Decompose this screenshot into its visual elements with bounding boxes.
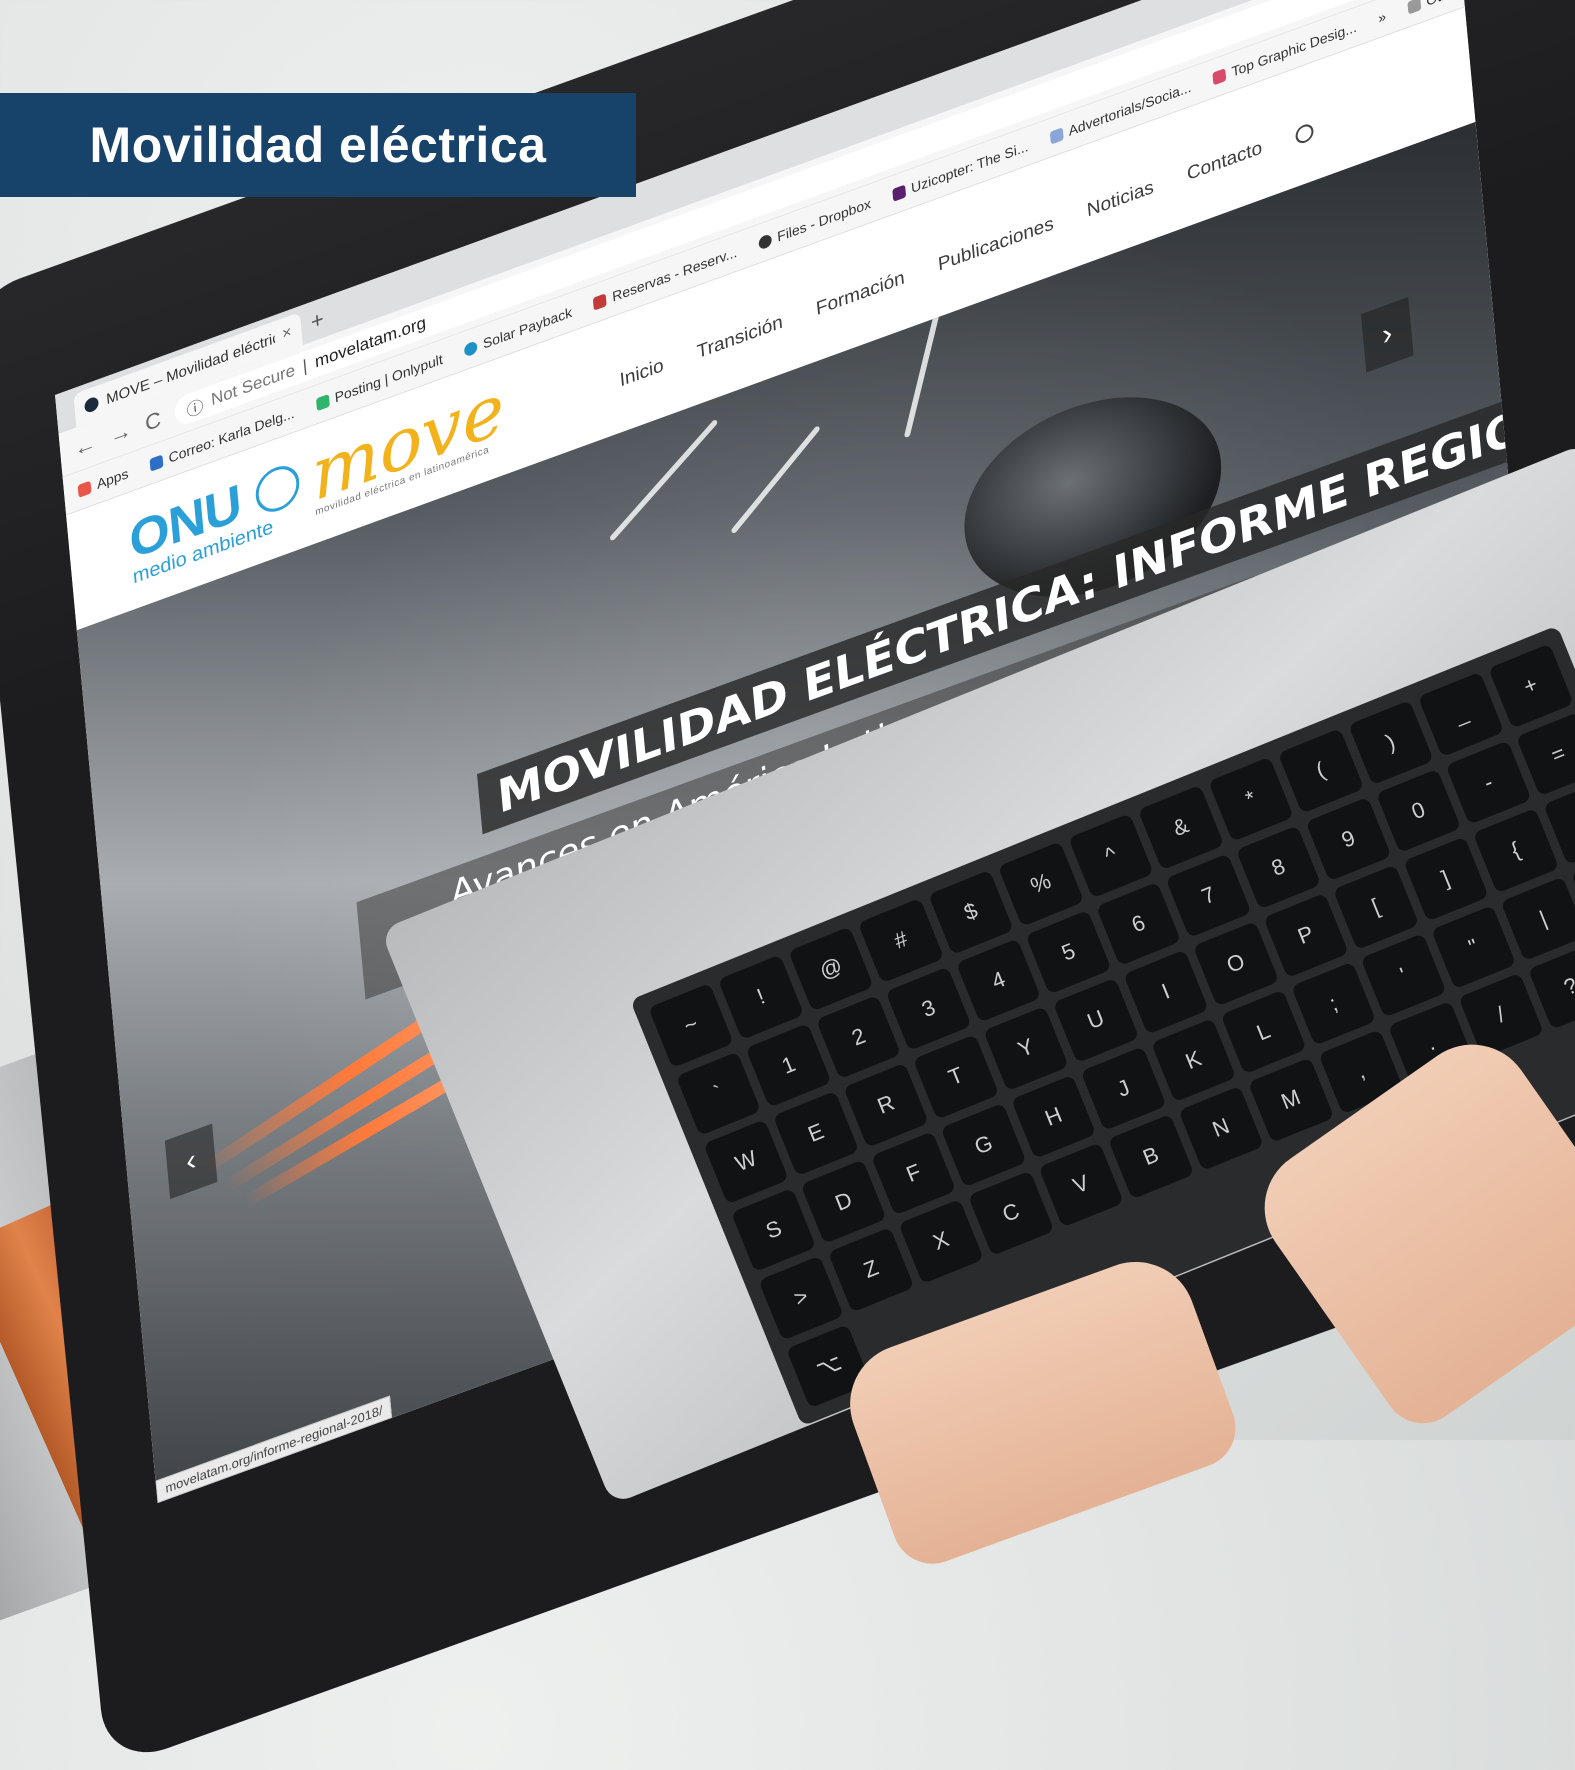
keyboard-key: R bbox=[843, 1062, 930, 1148]
nav-item-inicio[interactable]: Inicio bbox=[619, 355, 665, 392]
keyboard-key: O bbox=[1193, 921, 1279, 1006]
keyboard-key: ( bbox=[1277, 728, 1364, 814]
keyboard-key: # bbox=[858, 898, 944, 983]
back-button[interactable]: ← bbox=[73, 430, 97, 463]
info-icon[interactable]: ⓘ bbox=[185, 391, 204, 421]
keyboard-key: 5 bbox=[1025, 909, 1112, 995]
keyboard-key: % bbox=[998, 841, 1084, 927]
new-tab-button[interactable]: + bbox=[310, 306, 325, 336]
keyboard-key: @ bbox=[788, 926, 874, 1012]
slider-prev-button[interactable]: ‹ bbox=[164, 1123, 218, 1200]
keyboard-key: ! bbox=[718, 954, 804, 1040]
keyboard-key: K bbox=[1150, 1017, 1237, 1103]
keyboard-key: M bbox=[1248, 1057, 1334, 1143]
keyboard-key: - bbox=[1445, 740, 1532, 825]
keyboard-key: 8 bbox=[1235, 824, 1322, 910]
banner-title: Movilidad eléctrica bbox=[89, 117, 547, 173]
bookmarks-overflow-button[interactable]: » bbox=[1378, 8, 1387, 26]
separator: | bbox=[301, 355, 308, 376]
keyboard-key: J bbox=[1080, 1045, 1167, 1131]
keyboard-key: P bbox=[1263, 892, 1349, 978]
keyboard-key: [ bbox=[1332, 864, 1419, 950]
forward-button[interactable]: → bbox=[109, 417, 133, 450]
keyboard-key: _ bbox=[1417, 671, 1504, 757]
keyboard-key: U bbox=[1053, 977, 1139, 1063]
keyboard-key: 2 bbox=[815, 994, 902, 1080]
nav-item-contacto[interactable]: Contacto bbox=[1186, 137, 1263, 186]
keyboard-key: E bbox=[773, 1090, 860, 1176]
globe-icon bbox=[758, 232, 773, 251]
top-graphic-icon bbox=[1212, 67, 1227, 85]
tunnel-light bbox=[730, 425, 821, 535]
keyboard-key: ' bbox=[1360, 932, 1447, 1018]
reload-button[interactable]: C bbox=[144, 406, 162, 437]
close-tab-icon[interactable]: × bbox=[281, 323, 292, 344]
keyboard-key: ~ bbox=[648, 982, 735, 1068]
keyboard-key: 3 bbox=[885, 966, 972, 1051]
keyboard-key: B bbox=[1108, 1114, 1194, 1199]
advertorials-icon bbox=[1049, 126, 1064, 145]
search-icon[interactable] bbox=[1294, 121, 1315, 146]
apps-grid-icon bbox=[77, 480, 92, 498]
keyboard-key: G bbox=[940, 1102, 1027, 1188]
keyboard-key: X bbox=[898, 1198, 985, 1284]
nav-item-noticias[interactable]: Noticias bbox=[1086, 177, 1155, 223]
keyboard-key: V bbox=[1038, 1142, 1125, 1228]
keyboard-key: 0 bbox=[1375, 768, 1462, 854]
keyboard-key: $ bbox=[928, 869, 1014, 955]
keyboard-key: N bbox=[1178, 1085, 1264, 1171]
move-favicon-icon bbox=[84, 395, 100, 415]
keyboard-key: I bbox=[1123, 949, 1209, 1035]
keyboard-key: 7 bbox=[1165, 853, 1252, 938]
keyboard-key: L bbox=[1220, 989, 1307, 1075]
reservas-icon bbox=[593, 292, 607, 311]
nav-item-publicaciones[interactable]: Publicaciones bbox=[937, 213, 1054, 276]
keyboard-key: & bbox=[1137, 784, 1224, 870]
solar-payback-icon bbox=[463, 339, 478, 358]
keyboard-key: D bbox=[800, 1159, 887, 1244]
keyboard-key: + bbox=[1487, 643, 1574, 729]
keyboard-key: " bbox=[1430, 904, 1517, 990]
folder-icon bbox=[1407, 0, 1421, 15]
keyboard-key: T bbox=[913, 1034, 999, 1120]
keyboard-key: W bbox=[703, 1119, 790, 1204]
bookmark-apps[interactable]: Apps bbox=[77, 465, 129, 499]
keyboard-key: S bbox=[730, 1187, 817, 1272]
nav-item-transicion[interactable]: Transición bbox=[696, 312, 784, 365]
slider-next-button[interactable]: › bbox=[1360, 297, 1414, 373]
keyboard-key: ; bbox=[1290, 961, 1377, 1046]
keyboard-key: ^ bbox=[1068, 813, 1154, 898]
title-banner: Movilidad eléctrica bbox=[0, 93, 636, 197]
uzicopter-icon bbox=[891, 184, 906, 202]
tunnel-light bbox=[608, 418, 719, 542]
keyboard-key: Y bbox=[983, 1006, 1069, 1091]
onlypult-icon bbox=[315, 393, 330, 411]
keyboard-key: 1 bbox=[745, 1022, 832, 1108]
keyboard-key: { bbox=[1472, 808, 1559, 893]
keyboard-key: H bbox=[1010, 1074, 1097, 1159]
keyboard-key: | bbox=[1500, 876, 1575, 962]
nav-item-formacion[interactable]: Formación bbox=[815, 267, 905, 321]
keyboard-key: 6 bbox=[1095, 881, 1182, 967]
keyboard-key: 9 bbox=[1305, 796, 1392, 882]
keyboard-key: Z bbox=[828, 1227, 915, 1312]
keyboard-key: > bbox=[758, 1255, 845, 1341]
keyboard-key: * bbox=[1207, 756, 1294, 842]
keyboard-key: 4 bbox=[955, 937, 1042, 1023]
keyboard-key: ) bbox=[1347, 700, 1434, 785]
keyboard-key: ] bbox=[1402, 836, 1489, 922]
keyboard-key: C bbox=[968, 1170, 1055, 1256]
outlook-icon bbox=[149, 453, 164, 472]
keyboard-key: ` bbox=[675, 1050, 762, 1136]
keyboard-key: F bbox=[870, 1130, 957, 1216]
